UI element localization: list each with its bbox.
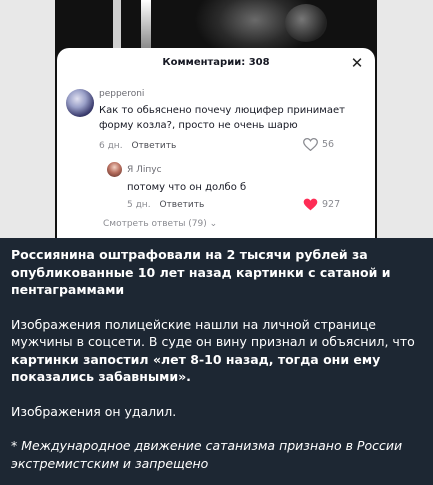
post-text: Россиянина оштрафовали на 2 тысячи рубле… — [11, 244, 423, 472]
comment-like-count: 56 — [322, 139, 335, 150]
art-detail — [141, 0, 151, 48]
reply-likes[interactable]: 927 — [303, 198, 340, 211]
comment-likes[interactable]: 56 — [303, 138, 334, 151]
reply-text: потому что он долбо б — [127, 182, 247, 193]
comment-text-line1: Как то обьяснено почечу люцифер принимае… — [99, 105, 345, 116]
chevron-down-icon: ⌄ — [209, 219, 218, 229]
post-paragraph: Изображения полицейские нашли на личной … — [11, 316, 423, 386]
heart-filled-icon[interactable] — [303, 198, 318, 211]
image-blur-right — [377, 0, 433, 238]
comment-text-line2: форму козла?, просто не очень шарю — [99, 120, 298, 131]
comments-title: Комментарии: 308 — [162, 57, 270, 68]
art-detail — [285, 4, 327, 42]
reply-button[interactable]: Ответить — [131, 141, 176, 151]
post-paragraph-bold: картинки запостил «лет 8-10 назад, тогда… — [11, 351, 381, 385]
heart-outline-icon[interactable] — [303, 138, 318, 151]
post-image[interactable]: Комментарии: 308 ✕ pepperoni Как то обья… — [0, 0, 433, 238]
post-paragraph-plain: Изображения полицейские нашли на личной … — [11, 316, 415, 350]
comment-username[interactable]: pepperoni — [99, 89, 144, 99]
post-headline: Россиянина оштрафовали на 2 тысячи рубле… — [11, 247, 391, 297]
comment-time: 6 дн. — [99, 141, 123, 151]
avatar[interactable] — [66, 89, 94, 117]
view-replies-button[interactable]: Смотреть ответы (79) ⌄ — [103, 219, 217, 229]
reply-meta: 5 дн. Ответить — [127, 200, 204, 210]
comments-sheet: Комментарии: 308 ✕ pepperoni Как то обья… — [57, 48, 375, 238]
reply-avatar[interactable] — [107, 162, 122, 177]
close-icon[interactable]: ✕ — [349, 55, 365, 71]
reply-reply-button[interactable]: Ответить — [159, 200, 204, 210]
view-replies-label: Смотреть ответы (79) — [103, 219, 207, 229]
comments-header: Комментарии: 308 ✕ — [57, 48, 375, 78]
reply-time: 5 дн. — [127, 200, 151, 210]
post-paragraph-deleted: Изображения он удалил. — [11, 403, 177, 419]
art-detail — [113, 0, 121, 48]
image-blur-left — [0, 0, 55, 238]
reply-username[interactable]: Я Ліпус — [127, 165, 162, 175]
comment-meta: 6 дн. Ответить — [99, 141, 176, 151]
reply-like-count: 927 — [322, 199, 341, 210]
post-footnote: * Международное движение сатанизма призн… — [11, 438, 403, 471]
